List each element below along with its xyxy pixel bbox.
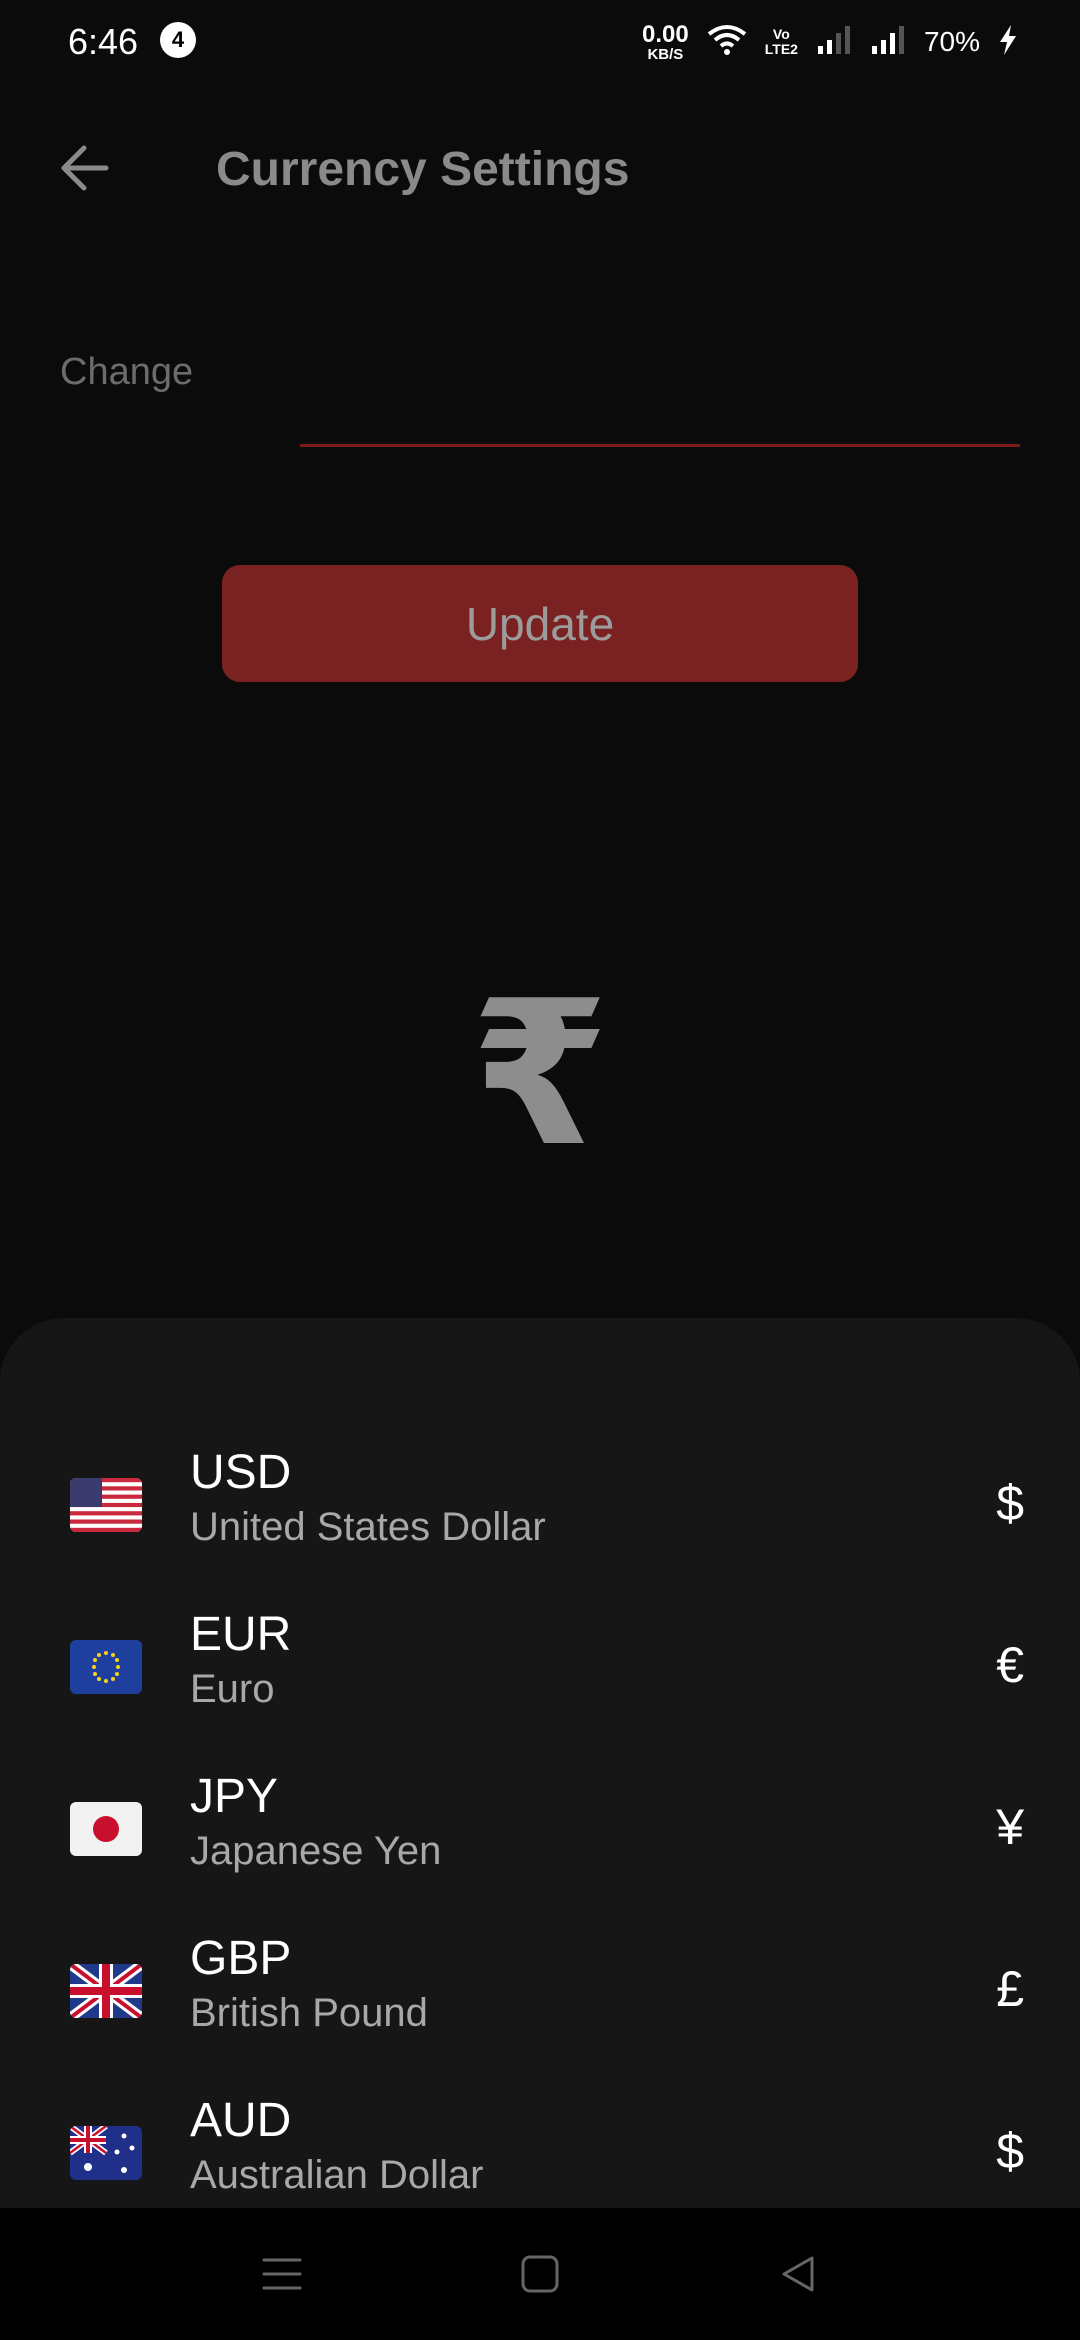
eu-flag-icon: [70, 1640, 142, 1694]
system-nav-bar: [0, 2208, 1080, 2340]
network-speed-unit: KB/S: [647, 45, 684, 63]
jp-flag-icon: [70, 1802, 142, 1856]
volte-indicator: Vo LTE2: [765, 27, 798, 56]
system-back-button[interactable]: [768, 2244, 828, 2304]
change-input[interactable]: [300, 380, 1020, 447]
currency-code: AUD: [190, 2094, 292, 2147]
currency-name: Japanese Yen: [190, 1829, 442, 1873]
battery-percentage: 70%: [923, 26, 980, 57]
currency-symbol: $: [996, 1475, 1024, 1531]
currency-symbol: ¥: [996, 1799, 1024, 1855]
arrow-back-icon: [61, 145, 109, 191]
currency-name: Euro: [190, 1667, 275, 1711]
home-button[interactable]: [510, 2244, 570, 2304]
back-triangle-icon: [782, 2256, 814, 2292]
currency-name: British Pound: [190, 1991, 428, 2035]
status-bar: 6:46 4 0.00 KB/S Vo LTE2 70%: [0, 0, 1080, 84]
update-button[interactable]: Update: [222, 565, 858, 682]
au-flag-icon: [70, 2126, 142, 2180]
currency-code: JPY: [190, 1770, 279, 1823]
network-speed: 0.00 KB/S: [642, 20, 689, 63]
currency-item-eur[interactable]: EUR Euro €: [0, 1592, 1080, 1742]
home-square-icon: [521, 2255, 559, 2293]
currency-list-sheet: USD United States Dollar $ EUR Euro € JP…: [0, 1318, 1080, 2208]
currency-symbol: £: [996, 1961, 1024, 2017]
current-currency-symbol: ₹: [470, 963, 610, 1186]
currency-code: USD: [190, 1446, 292, 1499]
gb-flag-icon: [70, 1964, 142, 2018]
notification-count-badge: 4: [160, 22, 196, 58]
currency-code: EUR: [190, 1608, 292, 1661]
charging-bolt-icon: [998, 24, 1018, 61]
status-indicators: 0.00 KB/S Vo LTE2 70%: [642, 18, 1018, 66]
volte-bottom-label: LTE2: [764, 41, 798, 57]
currency-code: GBP: [190, 1932, 292, 1985]
currency-symbol: €: [996, 1637, 1024, 1693]
status-time: 6:46: [68, 21, 139, 62]
currency-item-jpy[interactable]: JPY Japanese Yen ¥: [0, 1754, 1080, 1904]
us-flag-icon: [70, 1478, 142, 1532]
recent-apps-button[interactable]: [252, 2244, 312, 2304]
change-label: Change: [60, 351, 194, 393]
currency-item-usd[interactable]: USD United States Dollar $: [0, 1430, 1080, 1580]
wifi-icon: [707, 24, 747, 61]
signal-sim1-icon: [816, 24, 852, 61]
menu-icon: [262, 2258, 302, 2290]
currency-item-gbp[interactable]: GBP British Pound £: [0, 1916, 1080, 2066]
currency-symbol: $: [996, 2123, 1024, 2179]
currency-settings-screen: 6:46 4 0.00 KB/S Vo LTE2 70% Currency Se…: [0, 0, 1080, 2340]
back-button[interactable]: [48, 132, 120, 204]
currency-name: United States Dollar: [190, 1505, 546, 1549]
network-speed-value: 0.00: [642, 20, 689, 48]
currency-name: Australian Dollar: [190, 2153, 484, 2197]
signal-sim2-icon: [870, 24, 906, 61]
page-title: Currency Settings: [216, 143, 630, 196]
volte-top-label: Vo: [772, 26, 790, 43]
currency-item-aud[interactable]: AUD Australian Dollar $: [0, 2078, 1080, 2208]
